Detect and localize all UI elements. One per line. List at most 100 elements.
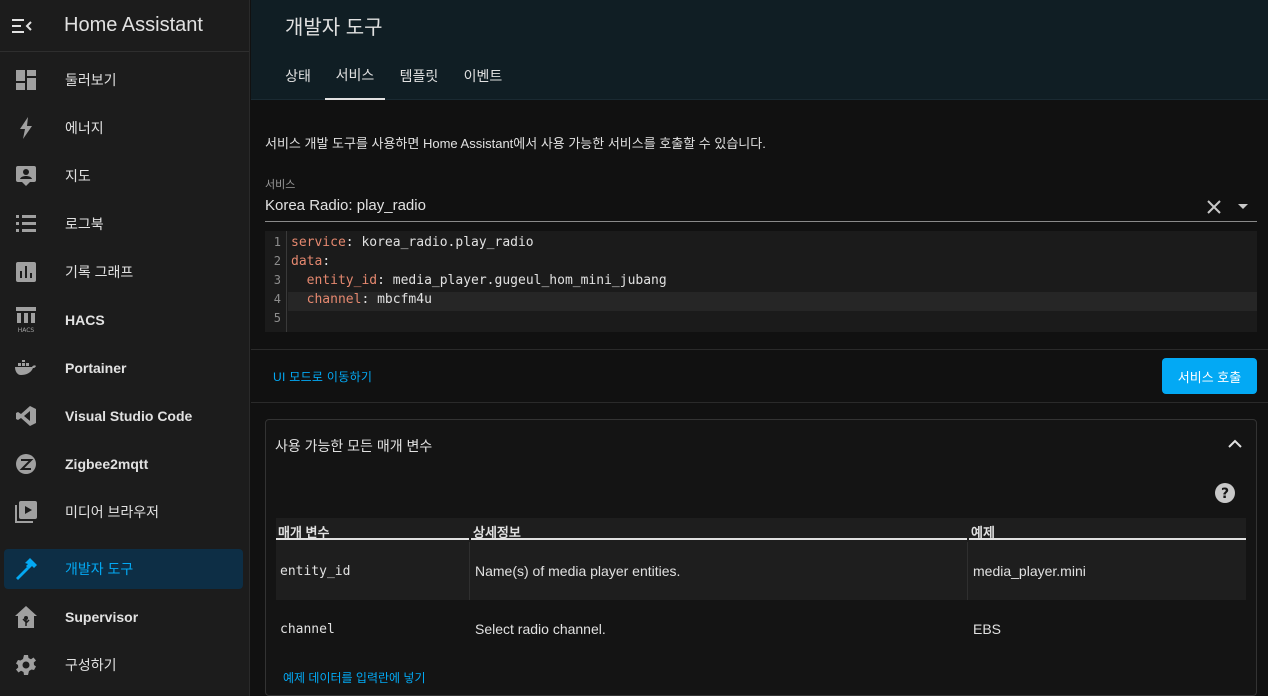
yaml-colon: : <box>377 273 385 288</box>
yaml-key: service <box>291 235 346 250</box>
yaml-key: data <box>291 254 323 269</box>
tab-template[interactable]: 템플릿 <box>391 52 447 100</box>
zigbee-icon <box>6 444 46 484</box>
parameters-title[interactable]: 사용 가능한 모든 매개 변수 <box>275 436 432 456</box>
service-field-label: 서비스 <box>265 179 296 191</box>
yaml-key: entity_id <box>306 273 378 288</box>
param-name-cell: channel <box>280 621 335 637</box>
param-name-cell: entity_id <box>280 563 351 579</box>
line-number: 1 <box>273 235 281 249</box>
lightning-bolt-icon <box>6 108 46 148</box>
logbook-list-icon <box>6 204 46 244</box>
cog-icon <box>6 645 46 685</box>
yaml-value: mbcfm4u <box>369 292 432 307</box>
code-line: channel: mbcfm4u <box>291 292 432 307</box>
sidebar: Home Assistant 둘러보기 에너지 지도 로그북 기록 그래프 HA… <box>0 0 250 696</box>
sidebar-item-portainer[interactable]: Portainer <box>4 348 243 388</box>
sidebar-item-history[interactable]: 기록 그래프 <box>4 252 243 292</box>
fill-example-data-link[interactable]: 예제 데이터를 입력란에 넣기 <box>283 669 425 686</box>
sidebar-item-label: Supervisor <box>65 609 139 625</box>
field-underline <box>265 221 1257 222</box>
code-line: data: <box>291 254 330 269</box>
yaml-code-editor[interactable]: 1 2 3 4 5 service: korea_radio.play_radi… <box>265 231 1257 332</box>
parameters-card: 사용 가능한 모든 매개 변수 ? 매개 변수 상세정보 예제 entity_i… <box>265 419 1257 696</box>
line-number: 5 <box>273 311 281 325</box>
chevron-down-icon[interactable] <box>1232 196 1254 218</box>
sidebar-item-developer-tools[interactable]: 개발자 도구 <box>4 549 243 589</box>
sidebar-item-media-browser[interactable]: 미디어 브라우저 <box>4 492 243 532</box>
svg-text:?: ? <box>1221 486 1229 502</box>
sidebar-item-hacs[interactable]: HACS HACS <box>4 300 243 340</box>
code-line: entity_id: media_player.gugeul_hom_mini_… <box>291 273 667 288</box>
sidebar-item-energy[interactable]: 에너지 <box>4 108 243 148</box>
close-icon[interactable] <box>1203 196 1225 218</box>
sidebar-item-label: Visual Studio Code <box>65 408 193 424</box>
tab-states[interactable]: 상태 <box>273 52 323 100</box>
sidebar-item-label: 에너지 <box>65 120 104 136</box>
param-detail-cell: Select radio channel. <box>475 621 606 637</box>
map-account-icon <box>6 156 46 196</box>
divider <box>251 402 1268 403</box>
hacs-icon: HACS <box>6 300 46 340</box>
hammer-icon <box>6 549 46 589</box>
help-icon[interactable]: ? <box>1214 482 1236 504</box>
yaml-colon: : <box>345 235 354 250</box>
table-row: entity_id Name(s) of media player entiti… <box>276 542 1246 600</box>
sidebar-item-label: 로그북 <box>65 216 104 232</box>
sidebar-header: Home Assistant <box>0 0 249 52</box>
column-divider <box>469 542 470 600</box>
sidebar-item-configuration[interactable]: 구성하기 <box>4 645 243 685</box>
play-box-multiple-icon <box>6 492 46 532</box>
sidebar-item-label: 구성하기 <box>65 657 117 673</box>
call-service-button[interactable]: 서비스 호출 <box>1162 358 1257 394</box>
sidebar-item-label: 개발자 도구 <box>65 561 134 577</box>
tab-events[interactable]: 이벤트 <box>455 52 511 100</box>
sidebar-item-logbook[interactable]: 로그북 <box>4 204 243 244</box>
sidebar-item-label: 지도 <box>65 168 91 184</box>
chart-box-icon <box>6 252 46 292</box>
sidebar-item-vscode[interactable]: Visual Studio Code <box>4 396 243 436</box>
yaml-key: channel <box>306 292 362 307</box>
line-number: 2 <box>273 254 281 268</box>
app-title: Home Assistant <box>64 14 203 36</box>
yaml-value: media_player.gugeul_hom_mini_jubang <box>384 273 667 288</box>
sidebar-item-overview[interactable]: 둘러보기 <box>4 60 243 100</box>
param-example-cell: EBS <box>973 621 1002 637</box>
active-line-highlight <box>288 292 1257 311</box>
sidebar-item-supervisor[interactable]: Supervisor <box>4 597 243 637</box>
description-text: 서비스 개발 도구를 사용하면 Home Assistant에서 사용 가능한 … <box>265 136 766 151</box>
tab-services[interactable]: 서비스 <box>325 52 385 100</box>
sidebar-item-map[interactable]: 지도 <box>4 156 243 196</box>
dashboard-icon <box>6 60 46 100</box>
home-assistant-icon <box>6 597 46 637</box>
yaml-indent <box>291 273 307 288</box>
service-picker-input[interactable]: Korea Radio: play_radio <box>265 197 426 214</box>
code-line: service: korea_radio.play_radio <box>291 235 534 250</box>
line-number: 3 <box>273 273 281 287</box>
svg-text:HACS: HACS <box>18 327 35 333</box>
vscode-icon <box>6 396 46 436</box>
sidebar-item-label: HACS <box>65 312 105 328</box>
sidebar-item-label: 둘러보기 <box>65 72 117 88</box>
sidebar-item-label: Portainer <box>65 360 127 376</box>
menu-toggle-icon[interactable] <box>2 0 42 52</box>
table-row: channel Select radio channel. EBS <box>276 600 1246 658</box>
chevron-up-icon[interactable] <box>1224 432 1246 454</box>
ui-mode-link[interactable]: UI 모드로 이동하기 <box>273 368 372 385</box>
column-header: 예제 <box>969 518 1246 540</box>
yaml-colon: : <box>322 254 331 269</box>
table-header: 매개 변수 상세정보 예제 <box>276 518 1246 542</box>
page-header: 개발자 도구 상태 서비스 템플릿 이벤트 <box>251 0 1268 100</box>
line-number: 4 <box>273 292 281 306</box>
sidebar-item-label: 미디어 브라우저 <box>65 504 160 520</box>
param-detail-cell: Name(s) of media player entities. <box>475 563 681 579</box>
column-divider <box>967 542 968 600</box>
page-title: 개발자 도구 <box>285 17 383 39</box>
divider <box>251 349 1268 350</box>
column-header: 상세정보 <box>471 518 967 540</box>
param-example-cell: media_player.mini <box>973 563 1086 579</box>
sidebar-item-label: 기록 그래프 <box>65 264 134 280</box>
main-content: 서비스 개발 도구를 사용하면 Home Assistant에서 사용 가능한 … <box>251 101 1268 696</box>
sidebar-item-zigbee2mqtt[interactable]: Zigbee2mqtt <box>4 444 243 484</box>
app-root: Home Assistant 둘러보기 에너지 지도 로그북 기록 그래프 HA… <box>0 0 1268 696</box>
